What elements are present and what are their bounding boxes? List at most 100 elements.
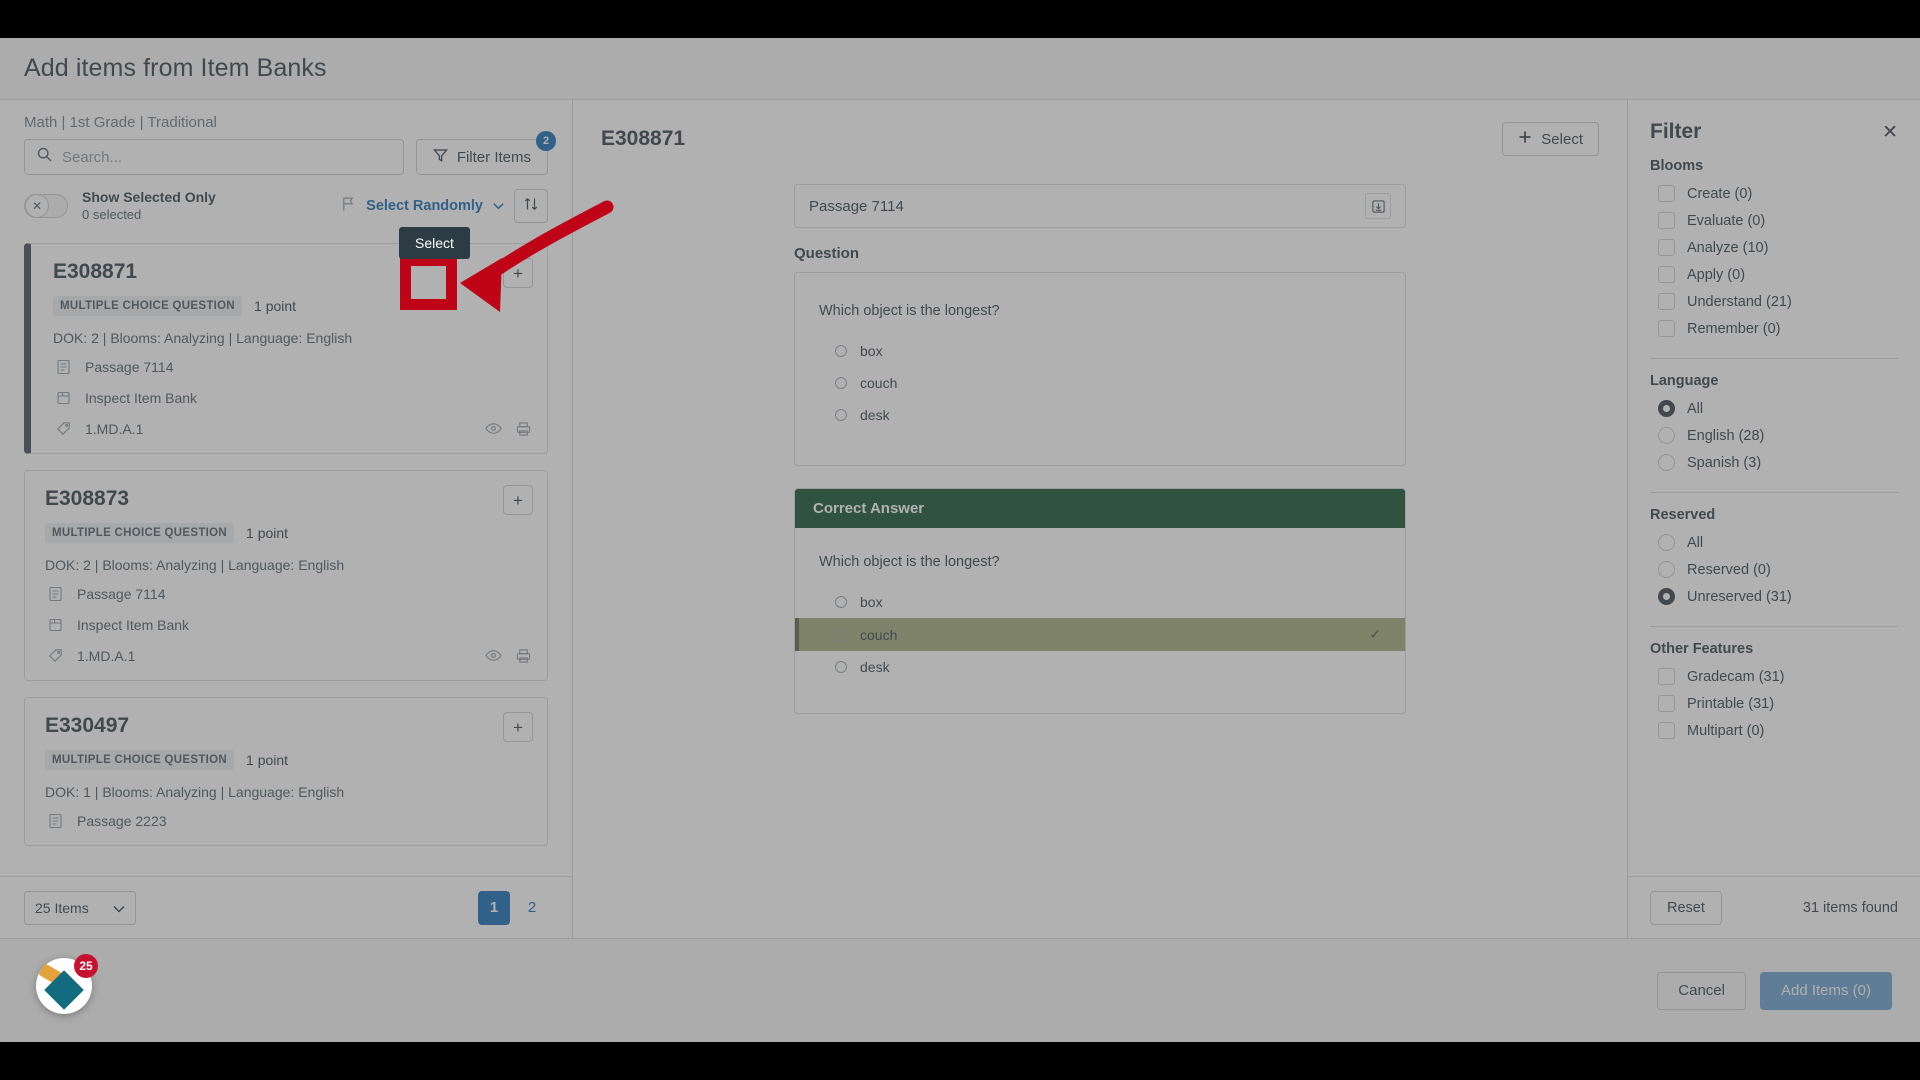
passage-label: Passage 7114 [809,197,904,215]
filter-option[interactable]: Evaluate (0) [1650,207,1898,234]
filter-panel-header: Filter ✕ [1628,100,1920,144]
filter-option-label: Remember (0) [1687,320,1781,337]
item-standard-label: 1.MD.A.1 [77,648,136,664]
show-selected-toggle[interactable]: ✕ [24,194,68,218]
question-option[interactable]: couch [795,367,1405,399]
sort-button[interactable] [514,189,548,223]
check-icon: ✓ [1369,626,1381,642]
search-icon [37,147,52,167]
filter-option[interactable]: Understand (21) [1650,288,1898,315]
filter-option[interactable]: All [1650,529,1898,556]
filter-option[interactable]: Apply (0) [1650,261,1898,288]
reset-filters-button[interactable]: Reset [1650,890,1722,925]
select-randomly-button[interactable]: Select Randomly [341,196,504,216]
item-inspect-label: Inspect Item Bank [77,617,190,633]
add-items-button[interactable]: Add Items (0) [1759,971,1892,1010]
item-card[interactable]: E308873 MULTIPLE CHOICE QUESTION 1 point… [24,470,548,681]
item-standard-row: 1.MD.A.1 [45,646,529,666]
print-icon[interactable] [516,649,531,668]
filter-option[interactable]: Gradecam (31) [1650,663,1898,690]
question-option[interactable]: box [795,335,1405,367]
bank-icon [53,388,73,408]
item-card[interactable]: E308871 MULTIPLE CHOICE QUESTION 1 point… [24,243,548,454]
add-item-button[interactable]: + [503,258,533,288]
filter-groups: Blooms Create (0) Evaluate (0) Analyze (… [1628,144,1920,876]
item-meta: DOK: 2 | Blooms: Analyzing | Language: E… [53,330,353,346]
item-meta: DOK: 2 | Blooms: Analyzing | Language: E… [45,557,345,573]
page-1-button[interactable]: 1 [478,890,510,925]
checkbox-icon [1658,239,1675,256]
item-inspect-label: Inspect Item Bank [85,390,198,406]
card-footer-icons [485,649,531,668]
item-card-list[interactable]: E308871 MULTIPLE CHOICE QUESTION 1 point… [0,235,572,876]
items-found-count: 31 items found [1802,899,1898,916]
flag-icon [341,196,356,216]
item-passage-row[interactable]: Passage 7114 [53,357,529,377]
filter-group-blooms: Blooms Create (0) Evaluate (0) Analyze (… [1650,158,1898,342]
filter-option[interactable]: Printable (31) [1650,690,1898,717]
add-item-button[interactable]: + [503,712,533,742]
passage-row[interactable]: Passage 7114 [794,184,1406,228]
filter-option-label: Spanish (3) [1687,454,1762,471]
checkbox-icon [1658,293,1675,310]
answer-option: desk [795,651,1405,683]
modal-header: Add items from Item Banks [0,38,1920,100]
document-icon [45,811,65,831]
filter-option[interactable]: Spanish (3) [1650,449,1898,476]
filter-option-label: Gradecam (31) [1687,668,1785,685]
filter-option-label: English (28) [1687,427,1765,444]
radio-icon [835,409,847,421]
filter-option[interactable]: Create (0) [1650,180,1898,207]
filter-option[interactable]: Reserved (0) [1650,556,1898,583]
page-2-button[interactable]: 2 [516,891,548,925]
filter-items-button[interactable]: Filter Items 2 [415,131,556,175]
preview-select-button[interactable]: Select [1502,122,1599,156]
item-meta: DOK: 1 | Blooms: Analyzing | Language: E… [45,784,345,800]
item-passage-row[interactable]: Passage 2223 [45,811,529,831]
filter-option[interactable]: English (28) [1650,422,1898,449]
add-item-button[interactable]: + [503,485,533,515]
radio-icon [1658,454,1675,471]
per-page-value: 25 Items [35,899,89,916]
radio-icon [835,628,847,641]
search-input[interactable]: Search... [24,139,404,175]
item-inspect-row[interactable]: Inspect Item Bank [53,388,529,408]
filter-option[interactable]: Unreserved (31) [1650,583,1898,610]
correct-answer-header: Correct Answer [795,489,1405,528]
checkbox-icon [1658,722,1675,739]
filter-option[interactable]: Analyze (10) [1650,234,1898,261]
filter-option-label: Printable (31) [1687,695,1775,712]
toggle-knob: ✕ [25,194,49,218]
preview-icon[interactable] [485,422,502,441]
preview-icon[interactable] [485,649,502,668]
checkbox-icon [1658,185,1675,202]
filter-option[interactable]: Multipart (0) [1650,717,1898,744]
close-icon[interactable]: ✕ [1882,123,1898,142]
preview-select-label: Select [1541,130,1583,148]
item-inspect-row[interactable]: Inspect Item Bank [45,615,529,635]
item-id: E308871 [53,260,138,283]
radio-icon [835,596,847,608]
radio-icon [1658,534,1675,551]
question-option[interactable]: desk [795,399,1405,431]
item-card[interactable]: E330497 MULTIPLE CHOICE QUESTION 1 point… [24,697,548,846]
question-section-label: Question [794,245,860,262]
item-type-badge: MULTIPLE CHOICE QUESTION [45,750,235,770]
filter-option-label: Unreserved (31) [1687,588,1792,605]
print-icon[interactable] [516,422,531,441]
filter-option[interactable]: All [1650,395,1898,422]
sort-arrows-icon [523,196,539,217]
chevron-down-icon [493,198,504,214]
cancel-button[interactable]: Cancel [1657,971,1746,1010]
filter-items-label: Filter Items [456,148,531,166]
group-title: Reserved [1650,507,1716,523]
passage-expand-icon[interactable] [1365,193,1391,219]
pagination[interactable]: 1 2 [478,890,548,925]
bank-icon [45,615,65,635]
correct-answer-body: Which object is the longest? box couch ✓ [795,528,1405,713]
chat-widget[interactable]: 25 [36,954,98,1014]
per-page-select[interactable]: 25 Items [24,890,136,925]
filter-option[interactable]: Remember (0) [1650,315,1898,342]
plus-icon [1518,130,1532,148]
item-passage-row[interactable]: Passage 7114 [45,584,529,604]
